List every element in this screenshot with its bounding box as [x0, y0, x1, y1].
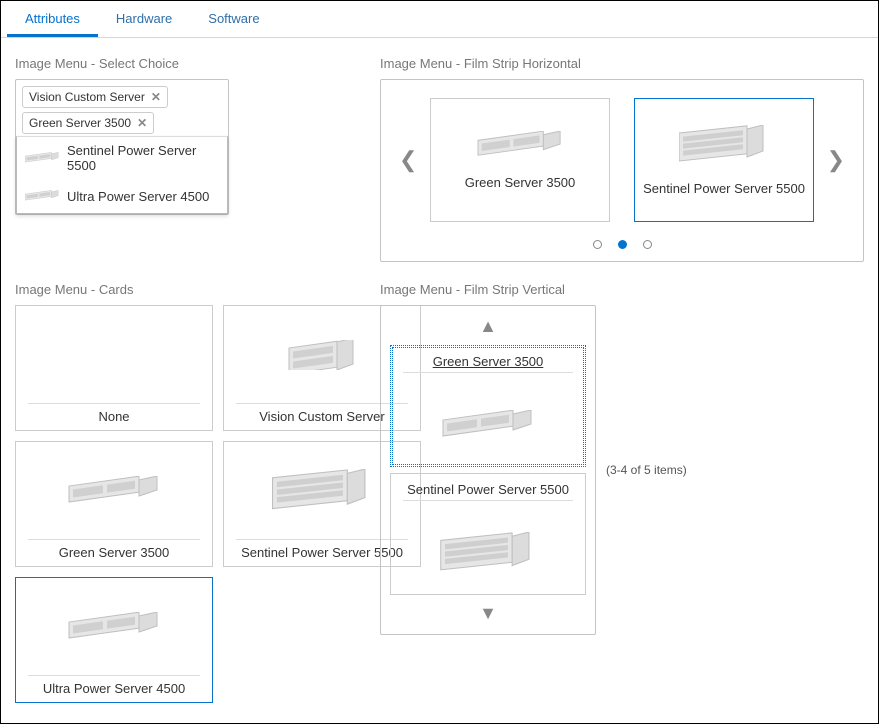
filmstrip-next-button[interactable]: ❯ [823, 147, 849, 173]
select-choice-box[interactable]: Vision Custom Server✕Green Server 3500✕ … [15, 79, 229, 215]
dropdown-option[interactable]: Ultra Power Server 4500 [17, 179, 227, 213]
pagination-dot[interactable] [643, 240, 652, 249]
card-image [16, 442, 212, 539]
filmstrip-horizontal: ❮ Green Server 3500 Sentinel Power Serve… [380, 79, 864, 262]
filmstrip-h-section: Image Menu - Film Strip Horizontal ❮ Gre… [380, 56, 864, 262]
dropdown-option[interactable]: Sentinel Power Server 5500 [17, 137, 227, 179]
card-label: Green Server 3500 [59, 545, 170, 560]
card-item[interactable]: None [15, 305, 213, 431]
cards-title: Image Menu - Cards [15, 282, 370, 297]
server-icon [440, 511, 536, 594]
tab-attributes[interactable]: Attributes [7, 1, 98, 37]
select-choice-section: Image Menu - Select Choice Vision Custom… [15, 56, 370, 262]
chip-remove-icon[interactable]: ✕ [151, 90, 161, 104]
filmstrip-prev-button[interactable]: ❮ [395, 147, 421, 173]
server-icon [440, 383, 536, 466]
chip[interactable]: Vision Custom Server✕ [22, 86, 168, 108]
server-icon [475, 131, 565, 159]
card-item[interactable]: Ultra Power Server 4500 [15, 577, 213, 703]
chip-remove-icon[interactable]: ✕ [137, 116, 147, 130]
filmstrip-v-card[interactable]: Green Server 3500 [390, 345, 586, 467]
tab-bar: AttributesHardwareSoftware [1, 1, 878, 38]
filmstrip-v-up-button[interactable]: ▲ [477, 314, 499, 339]
tab-hardware[interactable]: Hardware [98, 1, 190, 37]
filmstrip-h-title: Image Menu - Film Strip Horizontal [380, 56, 864, 71]
filmstrip-v-card-label: Green Server 3500 [433, 354, 544, 369]
filmstrip-card-label: Green Server 3500 [465, 175, 576, 190]
filmstrip-v-count: (3-4 of 5 items) [606, 463, 687, 477]
filmstrip-card[interactable]: Green Server 3500 [430, 98, 610, 222]
server-icon [679, 125, 769, 165]
select-choice-title: Image Menu - Select Choice [15, 56, 370, 71]
filmstrip-v-card-label: Sentinel Power Server 5500 [407, 482, 569, 497]
server-icon [25, 147, 59, 169]
filmstrip-card-label: Sentinel Power Server 5500 [643, 181, 805, 196]
dropdown-option-label: Ultra Power Server 4500 [67, 189, 209, 204]
select-choice-dropdown: Sentinel Power Server 5500 Ultra Power S… [16, 136, 228, 214]
pagination-dot[interactable] [593, 240, 602, 249]
card-label: Sentinel Power Server 5500 [241, 545, 403, 560]
cards-section: Image Menu - Cards None Vision Custom Se… [15, 282, 370, 703]
card-label: Ultra Power Server 4500 [43, 681, 185, 696]
filmstrip-card[interactable]: Sentinel Power Server 5500 [634, 98, 814, 222]
filmstrip-v-card[interactable]: Sentinel Power Server 5500 [390, 473, 586, 595]
filmstrip-vertical: ▲ Green Server 3500 Sentinel Power Serve… [380, 305, 596, 635]
filmstrip-v-section: Image Menu - Film Strip Vertical ▲ Green… [380, 282, 864, 703]
filmstrip-v-down-button[interactable]: ▼ [477, 601, 499, 626]
dropdown-option-label: Sentinel Power Server 5500 [67, 143, 219, 173]
pagination-dot[interactable] [618, 240, 627, 249]
filmstrip-v-title: Image Menu - Film Strip Vertical [380, 282, 864, 297]
server-icon [25, 185, 59, 207]
card-image [16, 306, 212, 403]
card-image [16, 578, 212, 675]
card-label: Vision Custom Server [259, 409, 384, 424]
card-item[interactable]: Green Server 3500 [15, 441, 213, 567]
chip[interactable]: Green Server 3500✕ [22, 112, 154, 134]
card-label: None [98, 409, 129, 424]
tab-software[interactable]: Software [190, 1, 277, 37]
